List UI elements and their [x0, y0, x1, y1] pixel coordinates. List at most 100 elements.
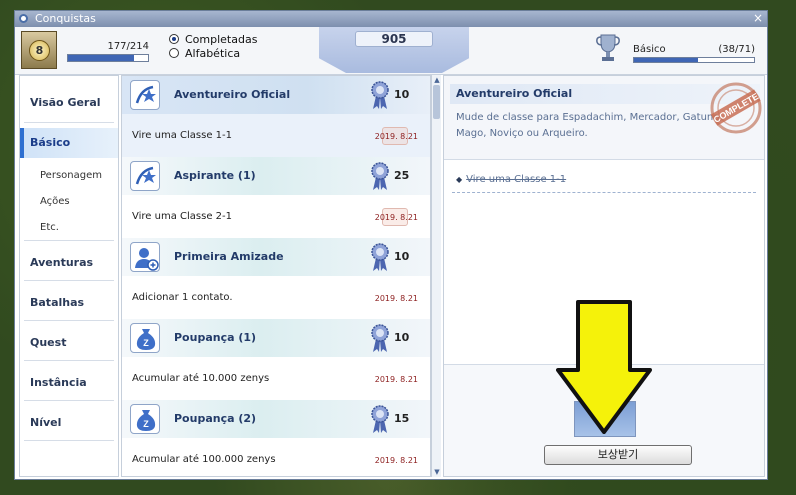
level-value: 8 [29, 40, 50, 61]
achievement-points: 15 [394, 412, 410, 425]
sort-alphabetical-label: Alfabética [185, 46, 241, 60]
list-scrollbar[interactable]: ▲ ▼ [431, 75, 441, 477]
xp-fill [68, 55, 135, 61]
divider [24, 440, 114, 441]
achievement-item[interactable]: Primeira Amizade 10 Adicionar 1 contato. 20… [122, 238, 430, 319]
window-title: Conquistas [35, 12, 96, 25]
trophy-icon [596, 34, 620, 61]
medal-icon [369, 404, 391, 434]
achievement-title: Aspirante (1) [174, 169, 256, 182]
achievement-item[interactable]: Aspirante (1) 25 Vire uma Classe 2-1 2019. … [122, 157, 430, 238]
nav-aventuras[interactable]: Aventuras [20, 248, 118, 278]
achievement-description: Vire uma Classe 2-1 [132, 211, 232, 222]
money-bag-icon: Z [130, 323, 160, 353]
achievements-window: Conquistas × 8 177/214 Completadas Alfab… [14, 10, 768, 480]
scroll-thumb[interactable] [433, 85, 440, 119]
nav-nivel[interactable]: Nível [20, 408, 118, 438]
achievement-header[interactable]: Aventureiro Oficial 10 [122, 76, 430, 114]
achievement-title: Poupança (1) [174, 331, 257, 344]
divider [24, 240, 114, 241]
achievement-header[interactable]: Primeira Amizade 10 [122, 238, 430, 276]
nav-basico[interactable]: Básico [20, 128, 118, 158]
scroll-up-icon[interactable]: ▲ [433, 76, 441, 84]
achievement-item[interactable]: Z Poupança (2) 15 Acumular até 100.000 zeny… [122, 400, 430, 476]
achievement-description-row[interactable]: Vire uma Classe 2-1 2019. 8.21 [122, 195, 430, 238]
medal-icon [369, 242, 391, 272]
nav-instancia[interactable]: Instância [20, 368, 118, 398]
achievement-list: Aventureiro Oficial 10 Vire uma Classe 1-1… [121, 75, 431, 477]
rank-count: (38/71) [718, 44, 755, 55]
achievement-points: 10 [394, 88, 410, 101]
total-score: 905 [355, 31, 433, 47]
subnav-personagem[interactable]: Personagem [40, 170, 102, 181]
radio-completed[interactable] [169, 34, 179, 44]
window-icon [19, 14, 28, 23]
achievement-points: 10 [394, 250, 410, 263]
rank-label: Básico [633, 44, 666, 55]
star-swoosh-icon [130, 80, 160, 110]
nav-batalhas[interactable]: Batalhas [20, 288, 118, 318]
close-icon[interactable]: × [752, 12, 764, 25]
achievement-title: Aventureiro Oficial [174, 88, 291, 101]
sort-options: Completadas Alfabética [169, 32, 257, 60]
achievement-description: Acumular até 10.000 zenys [132, 373, 270, 384]
money-bag-icon: Z [130, 404, 160, 434]
achievement-description: Adicionar 1 contato. [132, 292, 233, 303]
medal-icon [369, 80, 391, 110]
header-panel: 8 177/214 Completadas Alfabética 905 Bás… [15, 27, 767, 75]
sort-option-alphabetical[interactable]: Alfabética [169, 46, 257, 60]
achievement-title: Primeira Amizade [174, 250, 284, 263]
achievement-header[interactable]: Z Poupança (2) 15 [122, 400, 430, 438]
achievement-header[interactable]: Aspirante (1) 25 [122, 157, 430, 195]
level-badge: 8 [21, 31, 57, 69]
svg-text:Z: Z [143, 419, 149, 429]
rank-fill [634, 58, 699, 62]
star-swoosh-icon [130, 161, 160, 191]
sort-completed-label: Completadas [185, 32, 258, 46]
claim-reward-button[interactable]: 보상받기 [544, 445, 692, 465]
completion-date: 2019. 8.21 [374, 213, 418, 222]
subnav-acoes[interactable]: Ações [40, 196, 70, 207]
achievement-points: 10 [394, 331, 410, 344]
goal-divider [452, 192, 756, 193]
title-bar[interactable]: Conquistas × [15, 11, 767, 27]
radio-alphabetical[interactable] [169, 48, 179, 58]
achievement-description-row[interactable]: Adicionar 1 contato. 2019. 8.21 [122, 276, 430, 319]
achievement-description-row[interactable]: Acumular até 10.000 zenys 2019. 8.21 [122, 357, 430, 400]
nav-visao-geral[interactable]: Visão Geral [20, 88, 118, 118]
achievement-description: Vire uma Classe 1-1 [132, 130, 232, 141]
achievement-description-row[interactable]: Acumular até 100.000 zenys 2019. 8.21 [122, 438, 430, 476]
achievement-item[interactable]: Z Poupança (1) 10 Acumular até 10.000 zenys… [122, 319, 430, 400]
xp-text: 177/214 [107, 41, 149, 52]
achievement-description-row[interactable]: Vire uma Classe 1-1 2019. 8.21 [122, 114, 430, 157]
goal-bullet-icon: ◆ [456, 175, 463, 184]
medal-icon [369, 323, 391, 353]
complete-stamp-icon: COMPLETE [710, 82, 762, 134]
achievement-title: Poupança (2) [174, 412, 257, 425]
xp-bar [67, 54, 149, 62]
achievement-points: 25 [394, 169, 410, 182]
category-sidebar: Visão Geral Básico Personagem Ações Etc.… [19, 75, 119, 477]
divider [24, 320, 114, 321]
divider [24, 400, 114, 401]
scroll-down-icon[interactable]: ▼ [433, 468, 441, 476]
goal-text: Vire uma Classe 1-1 [466, 174, 567, 185]
achievement-item[interactable]: Aventureiro Oficial 10 Vire uma Classe 1-1… [122, 76, 430, 157]
completion-date: 2019. 8.21 [374, 294, 418, 303]
sort-option-completed[interactable]: Completadas [169, 32, 257, 46]
completion-date: 2019. 8.21 [374, 456, 418, 465]
down-arrow-icon [556, 300, 652, 434]
achievement-header[interactable]: Z Poupança (1) 10 [122, 319, 430, 357]
completion-date: 2019. 8.21 [374, 132, 418, 141]
nav-quest[interactable]: Quest [20, 328, 118, 358]
divider [24, 280, 114, 281]
complete-stamp-text: COMPLETE [712, 91, 760, 125]
rank-progress-bar [633, 57, 755, 63]
achievement-description: Acumular até 100.000 zenys [132, 454, 276, 465]
subnav-etc[interactable]: Etc. [40, 222, 59, 233]
add-person-icon [130, 242, 160, 272]
svg-text:Z: Z [143, 338, 149, 348]
detail-header: Aventureiro Oficial Mude de classe para … [444, 76, 764, 160]
medal-icon [369, 161, 391, 191]
completion-date: 2019. 8.21 [374, 375, 418, 384]
